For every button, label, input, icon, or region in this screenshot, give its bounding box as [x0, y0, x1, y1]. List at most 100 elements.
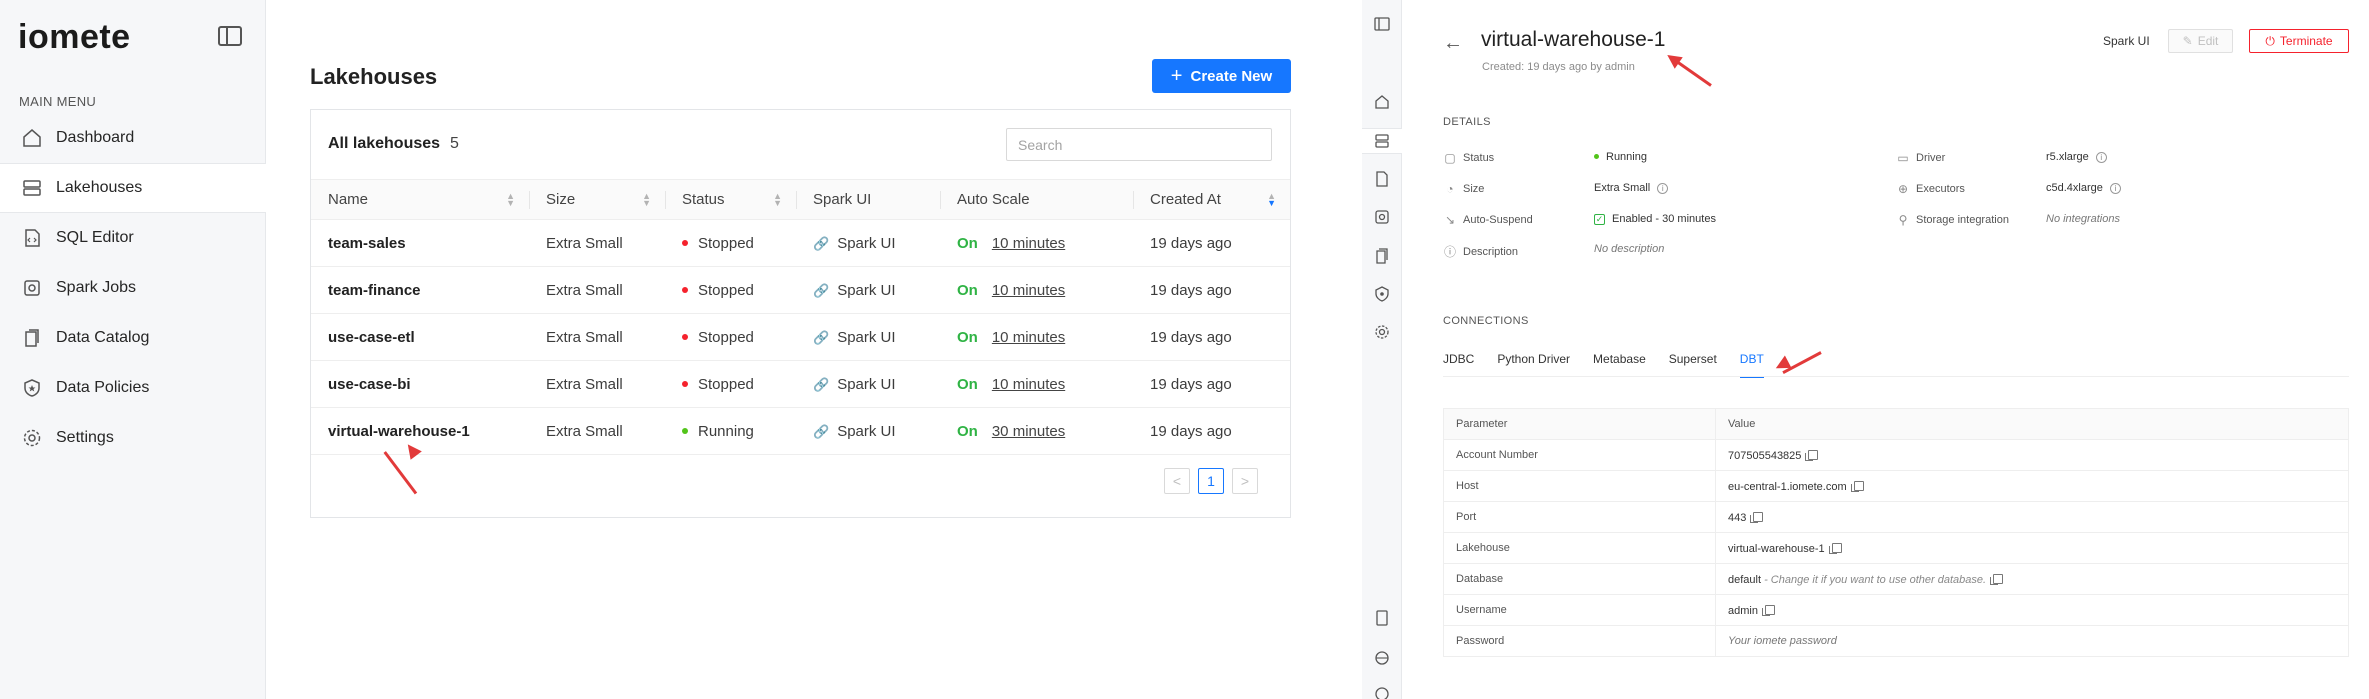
- created-at: 19 days ago: [1133, 266, 1290, 314]
- next-page-button[interactable]: >: [1232, 468, 1258, 494]
- sidebar-item-dashboard[interactable]: Dashboard: [0, 113, 266, 163]
- table-row[interactable]: virtual-warehouse-1 Extra Small Running …: [311, 407, 1290, 455]
- table-row[interactable]: use-case-etl Extra Small Stopped 🔗 Spark …: [311, 313, 1290, 361]
- cog-square-icon[interactable]: [1374, 209, 1390, 225]
- page-button-current[interactable]: 1: [1198, 468, 1224, 494]
- checkbox-checked-icon: ✓: [1594, 213, 1605, 225]
- gear-icon[interactable]: [1374, 324, 1390, 340]
- sort-icon[interactable]: ▲ ▼: [773, 192, 782, 208]
- sidebar-item-label: Data Catalog: [56, 329, 150, 346]
- detail-key-storage-integration: ⚲ Storage integration: [1896, 213, 2009, 227]
- lakehouse-size: Extra Small: [529, 313, 665, 361]
- lakehouse-name[interactable]: team-sales: [311, 219, 529, 267]
- code-file-icon[interactable]: [1374, 171, 1390, 187]
- copy-icon[interactable]: [1750, 511, 1764, 523]
- status-icon: ▢: [1444, 151, 1456, 165]
- lakehouse-count: 5: [450, 135, 459, 152]
- sidebar-item-sql-editor[interactable]: SQL Editor: [0, 213, 266, 263]
- catalog-icon[interactable]: [1374, 248, 1390, 264]
- sidebar-item-data-catalog[interactable]: Data Catalog: [0, 313, 266, 363]
- lakehouse-status: Stopped: [665, 219, 796, 267]
- create-new-button[interactable]: + Create New: [1152, 59, 1291, 93]
- lakehouse-name[interactable]: use-case-etl: [311, 313, 529, 361]
- detail-value-status: Running: [1594, 151, 1647, 163]
- lakehouse-size: Extra Small: [529, 407, 665, 455]
- tab-metabase[interactable]: Metabase: [1593, 352, 1646, 378]
- auto-scale-duration[interactable]: 30 minutes: [992, 423, 1065, 440]
- detail-value-description: No description: [1594, 243, 1665, 255]
- auto-scale-duration[interactable]: 10 minutes: [992, 235, 1065, 252]
- info-icon: i: [2095, 151, 2107, 163]
- server-icon[interactable]: [1362, 128, 1402, 154]
- param-value: eu-central-1.iomete.com: [1715, 470, 2349, 502]
- sort-icon[interactable]: ▲ ▼: [1267, 192, 1276, 208]
- sidebar-expand-icon[interactable]: [1374, 16, 1390, 32]
- docs-icon[interactable]: [1374, 610, 1390, 626]
- detail-key-executors: ⊕ Executors: [1897, 182, 1965, 196]
- auto-scale-duration[interactable]: 10 minutes: [992, 376, 1065, 393]
- pagination: < 1 >: [1164, 468, 1258, 494]
- lakehouse-name[interactable]: use-case-bi: [311, 360, 529, 408]
- code-file-icon: [22, 228, 42, 248]
- auto-scale-duration[interactable]: 10 minutes: [992, 329, 1065, 346]
- memory-icon: ▭: [1897, 151, 1909, 165]
- lakehouses-page: Lakehouses + Create New All lakehouses 5 …: [266, 0, 1362, 699]
- prev-page-button[interactable]: <: [1164, 468, 1190, 494]
- sort-icon[interactable]: ▲ ▼: [506, 192, 515, 208]
- lakehouse-name[interactable]: team-finance: [311, 266, 529, 314]
- table-row[interactable]: team-finance Extra Small Stopped 🔗 Spark …: [311, 266, 1290, 314]
- column-header-created-at[interactable]: Created At ▲ ▼: [1133, 179, 1290, 220]
- shield-icon[interactable]: [1374, 286, 1390, 302]
- sidebar-item-label: Data Policies: [56, 379, 150, 396]
- back-arrow-icon[interactable]: ←: [1443, 32, 1463, 55]
- sidebar-collapse-icon[interactable]: [218, 26, 242, 46]
- table-row[interactable]: team-sales Extra Small Stopped 🔗 Spark UI…: [311, 219, 1290, 267]
- column-header-status[interactable]: Status ▲ ▼: [665, 179, 796, 220]
- sidebar-item-lakehouses[interactable]: Lakehouses: [0, 163, 266, 213]
- user-avatar-icon[interactable]: [1374, 686, 1390, 699]
- tab-dbt[interactable]: DBT: [1739, 352, 1764, 378]
- param-key: Username: [1443, 594, 1716, 626]
- copy-icon[interactable]: [1990, 573, 2004, 585]
- spark-ui-button[interactable]: Spark UI: [2103, 34, 2150, 48]
- lakehouses-card: All lakehouses 5 Name▲▼ Size▲▼ Status▲▼ S…: [310, 109, 1291, 518]
- param-key: Database: [1443, 563, 1716, 595]
- tab-superset[interactable]: Superset: [1669, 352, 1717, 378]
- copy-icon[interactable]: [1761, 604, 1775, 616]
- detail-value-size: Extra Small i: [1594, 182, 1669, 194]
- help-icon[interactable]: [1374, 650, 1390, 666]
- sort-icon[interactable]: ▲ ▼: [642, 192, 651, 208]
- detail-key-auto-suspend: ↘ Auto-Suspend: [1444, 213, 1533, 227]
- column-header-size[interactable]: Size ▲ ▼: [529, 179, 665, 220]
- sidebar-item-data-policies[interactable]: Data Policies: [0, 363, 266, 413]
- param-value: virtual-warehouse-1: [1715, 532, 2349, 564]
- sidebar-item-label: SQL Editor: [56, 229, 134, 246]
- created-subtitle: Created: 19 days ago by admin: [1482, 61, 1635, 73]
- auto-scale-duration[interactable]: 10 minutes: [992, 282, 1065, 299]
- lakehouse-name[interactable]: virtual-warehouse-1: [311, 407, 529, 455]
- copy-icon[interactable]: [1805, 449, 1819, 461]
- column-header-name[interactable]: Name ▲ ▼: [311, 179, 529, 220]
- table-header-row: Name ▲ ▼ Size ▲ ▼ Status ▲ ▼ Spark UI Auto Sca…: [311, 179, 1290, 220]
- detail-value-storage-integration: No integrations: [2046, 213, 2120, 225]
- edit-button[interactable]: ✎ Edit: [2168, 29, 2233, 53]
- card-title-text: All lakehouses: [328, 135, 441, 152]
- copy-icon[interactable]: [1828, 542, 1842, 554]
- sidebar-item-settings[interactable]: Settings: [0, 413, 266, 463]
- terminate-button[interactable]: ⏻ Terminate: [2249, 29, 2349, 53]
- card-title: All lakehouses 5: [328, 135, 459, 153]
- home-icon[interactable]: [1374, 94, 1390, 110]
- lakehouse-status: Stopped: [665, 360, 796, 408]
- spark-ui-link[interactable]: 🔗 Spark UI: [796, 407, 940, 455]
- link-icon: 🔗: [813, 329, 830, 345]
- sidebar-item-spark-jobs[interactable]: Spark Jobs: [0, 263, 266, 313]
- tab-jdbc[interactable]: JDBC: [1443, 352, 1474, 378]
- power-icon: ⏻: [2265, 33, 2275, 48]
- connection-params-table: Parameter Value Account Number 707505543…: [1443, 408, 2349, 657]
- app-logo[interactable]: iomete: [18, 18, 131, 57]
- search-input[interactable]: [1006, 128, 1272, 161]
- copy-icon[interactable]: [1850, 480, 1864, 492]
- table-row[interactable]: use-case-bi Extra Small Stopped 🔗 Spark U…: [311, 360, 1290, 408]
- tab-python-driver[interactable]: Python Driver: [1497, 352, 1570, 378]
- page-title: virtual-warehouse-1: [1481, 28, 1666, 51]
